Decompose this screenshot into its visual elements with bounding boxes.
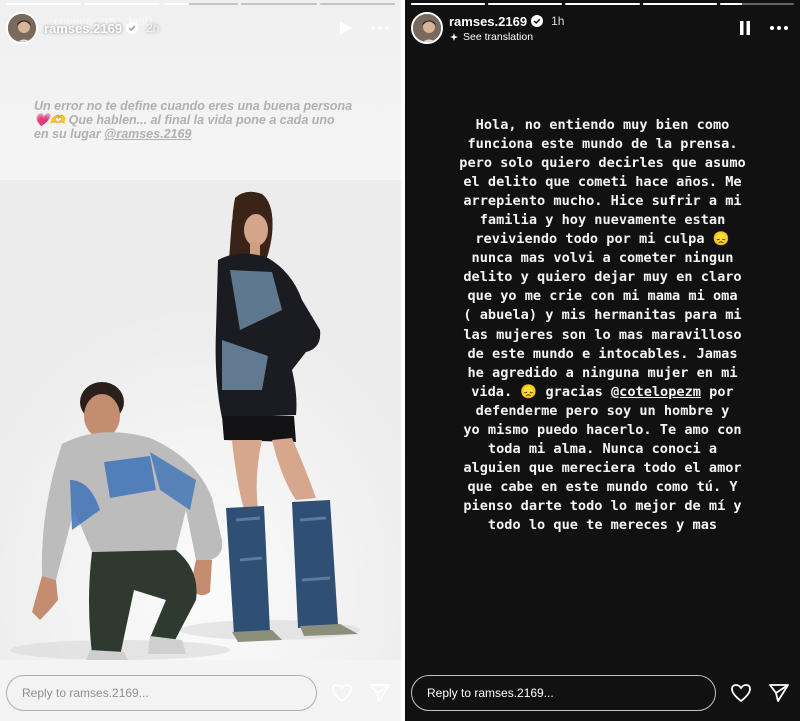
story-header: ramses.2169 2h: [6, 10, 395, 46]
story-text-line: pero solo quiero decirles que asumo: [459, 155, 746, 172]
caption-line: 💗🫶 Que hablen... al final la vida pone a…: [34, 113, 335, 127]
avatar[interactable]: [6, 12, 38, 44]
see-translation-label: See translation: [463, 30, 534, 43]
pause-icon[interactable]: [734, 17, 756, 39]
story-time: 1h: [551, 14, 565, 28]
progress-segment: [488, 3, 563, 5]
mention-link[interactable]: @ramses.2169: [104, 127, 191, 141]
story-footer: Reply to ramses.2169...: [6, 675, 393, 711]
story-text-line: alguien que mereciera todo el amor: [463, 459, 742, 476]
progress-segment: [84, 3, 160, 5]
story-text-line: pienso darte todo lo mejor de mí y: [463, 497, 742, 514]
story-text-line: delito y quiero dejar muy en claro: [463, 269, 742, 286]
story-text-line: nunca mas volvi a cometer ningun: [471, 250, 734, 267]
story-progress-bar: [6, 3, 396, 6]
story-username[interactable]: ramses.2169: [449, 14, 527, 29]
heart-icon[interactable]: [329, 680, 355, 706]
progress-segment: [411, 3, 486, 5]
story-text-line: ( abuela) y mis hermanitas para mi: [463, 307, 742, 324]
verified-icon: [126, 22, 139, 34]
reply-input[interactable]: Reply to ramses.2169...: [411, 675, 716, 711]
progress-segment: [6, 3, 82, 5]
more-icon[interactable]: [369, 17, 391, 39]
progress-segment: [642, 3, 717, 5]
progress-segment: [319, 3, 396, 5]
progress-segment: [241, 3, 317, 5]
story-text-line: las mujeres son lo mas maravilloso: [463, 326, 742, 343]
story-text-line: que yo me crie con mi mama mi oma: [467, 288, 738, 305]
story-header: ramses.2169 1h See translation: [411, 10, 794, 46]
story-text-line: reviviendo todo por mi culpa 😞: [475, 231, 730, 248]
story-text-line: familia y hoy nuevamente estan: [479, 212, 726, 229]
story-right[interactable]: ramses.2169 1h See translation Hola, no …: [405, 0, 800, 721]
progress-segment: [162, 3, 239, 5]
play-icon[interactable]: [335, 17, 357, 39]
progress-segment: [719, 3, 795, 5]
more-icon[interactable]: [768, 17, 790, 39]
story-text-line: Hola, no entiendo muy bien como: [475, 117, 730, 133]
reply-input[interactable]: Reply to ramses.2169...: [6, 675, 317, 711]
send-icon[interactable]: [766, 680, 792, 706]
story-text-line: yo mismo puedo hacerlo. Te amo con: [463, 421, 742, 438]
story-footer: Reply to ramses.2169...: [411, 675, 792, 711]
story-text-line: funciona este mundo de la prensa.: [467, 136, 738, 153]
story-time: 2h: [146, 21, 160, 35]
story-text-line: defenderme pero soy un hombre y: [475, 402, 730, 419]
caption-line: Un error no te define cuando eres una bu…: [34, 99, 353, 113]
story-text-line: el delito que cometi hace años. Me: [463, 174, 742, 191]
story-text-line: arrepiento mucho. Hice sufrir a mi: [463, 193, 742, 210]
story-text-line: he agredido a ninguna mujer en mi: [467, 364, 738, 381]
mention-link[interactable]: @cotelopezm: [611, 384, 701, 400]
caption-line: en su lugar @ramses.2169: [34, 127, 192, 141]
verified-icon: [531, 15, 544, 27]
send-icon[interactable]: [367, 680, 393, 706]
story-text-line: de este mundo e intocables. Jamas: [467, 345, 738, 362]
heart-icon[interactable]: [728, 680, 754, 706]
see-translation-link[interactable]: See translation: [449, 31, 564, 43]
story-progress-bar: [411, 3, 795, 6]
story-photo: [0, 180, 401, 660]
story-text-line: toda mi alma. Nunca conoci a: [487, 440, 718, 457]
story-caption: Un error no te define cuando eres una bu…: [34, 99, 379, 141]
story-username[interactable]: ramses.2169: [44, 21, 122, 36]
caption-emoji: 💗🫶: [34, 113, 66, 127]
story-text-line: vida. 😞 gracias @cotelopezm por: [471, 383, 734, 400]
translate-icon: [450, 32, 458, 41]
story-text-line: todo lo que te mereces y mas: [487, 516, 718, 533]
story-text-line: que cabe en este mundo como tú. Y: [467, 478, 738, 495]
story-text: Hola, no entiendo muy bien como funciona…: [425, 116, 780, 535]
story-left[interactable]: cotelopezm... bell1 ramses.2169 2h Un er…: [0, 0, 401, 721]
progress-segment: [565, 3, 640, 5]
avatar[interactable]: [411, 12, 443, 44]
